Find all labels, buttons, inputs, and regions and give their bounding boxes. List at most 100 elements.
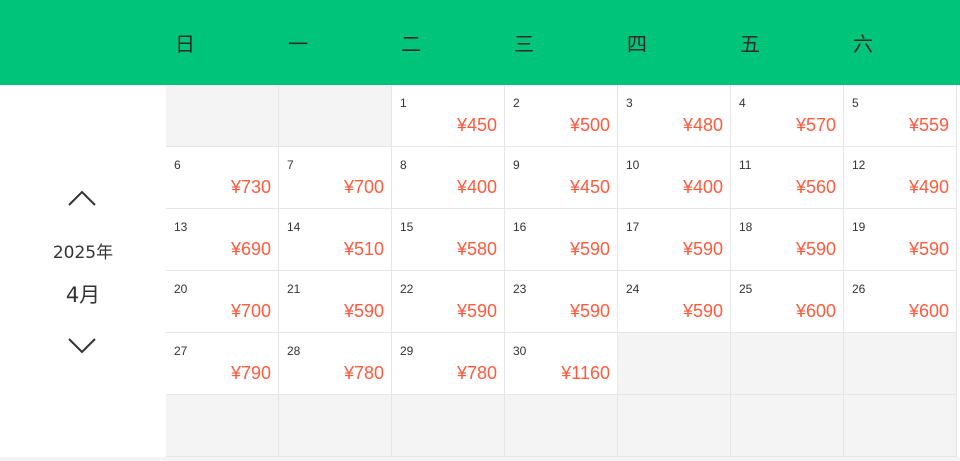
day-number: 26 bbox=[852, 282, 866, 296]
calendar-day-cell[interactable]: 18 ¥590 bbox=[731, 209, 844, 271]
day-number: 18 bbox=[739, 220, 753, 234]
day-number: 8 bbox=[400, 158, 407, 172]
day-number: 15 bbox=[400, 220, 414, 234]
weekday-header: 日 一 二 三 四 五 六 bbox=[0, 0, 960, 85]
day-number: 12 bbox=[852, 158, 866, 172]
weekday-sun: 日 bbox=[175, 32, 195, 56]
month-navigator: 2025年 4月 bbox=[0, 85, 166, 461]
day-number: 23 bbox=[513, 282, 527, 296]
day-number: 24 bbox=[626, 282, 640, 296]
day-number: 29 bbox=[400, 344, 414, 358]
calendar-empty-cell bbox=[279, 395, 392, 457]
day-price: ¥400 bbox=[456, 177, 497, 197]
day-number: 10 bbox=[626, 158, 640, 172]
calendar-day-cell[interactable]: 3 ¥480 bbox=[618, 85, 731, 147]
day-price: ¥480 bbox=[682, 115, 723, 135]
calendar-empty-cell bbox=[731, 395, 844, 457]
calendar-day-cell[interactable]: 8 ¥400 bbox=[392, 147, 505, 209]
day-price: ¥780 bbox=[343, 363, 384, 383]
calendar-empty-cell bbox=[392, 395, 505, 457]
calendar-day-cell[interactable]: 19 ¥590 bbox=[844, 209, 957, 271]
day-number: 22 bbox=[400, 282, 414, 296]
calendar-day-cell[interactable]: 24 ¥590 bbox=[618, 271, 731, 333]
day-price: ¥600 bbox=[908, 301, 949, 321]
calendar-day-cell[interactable]: 13 ¥690 bbox=[166, 209, 279, 271]
day-number: 27 bbox=[174, 344, 188, 358]
calendar-day-cell[interactable]: 5 ¥559 bbox=[844, 85, 957, 147]
day-number: 28 bbox=[287, 344, 301, 358]
day-price: ¥790 bbox=[230, 363, 271, 383]
day-number: 20 bbox=[174, 282, 188, 296]
calendar-day-cell[interactable]: 25 ¥600 bbox=[731, 271, 844, 333]
day-price: ¥700 bbox=[343, 177, 384, 197]
divider bbox=[0, 457, 960, 461]
day-price: ¥590 bbox=[569, 301, 610, 321]
calendar-day-cell[interactable]: 21 ¥590 bbox=[279, 271, 392, 333]
day-price: ¥590 bbox=[343, 301, 384, 321]
day-price: ¥700 bbox=[230, 301, 271, 321]
calendar-day-cell[interactable]: 12 ¥490 bbox=[844, 147, 957, 209]
calendar-day-cell[interactable]: 16 ¥590 bbox=[505, 209, 618, 271]
day-number: 25 bbox=[739, 282, 753, 296]
calendar-day-cell[interactable]: 4 ¥570 bbox=[731, 85, 844, 147]
calendar-empty-cell bbox=[279, 85, 392, 147]
day-number: 30 bbox=[513, 344, 527, 358]
day-number: 11 bbox=[739, 158, 752, 172]
day-price: ¥590 bbox=[456, 301, 497, 321]
day-price: ¥730 bbox=[230, 177, 271, 197]
chevron-down-icon bbox=[68, 338, 96, 354]
day-number: 7 bbox=[287, 158, 294, 172]
calendar-day-cell[interactable]: 20 ¥700 bbox=[166, 271, 279, 333]
calendar-day-cell[interactable]: 22 ¥590 bbox=[392, 271, 505, 333]
day-number: 3 bbox=[626, 96, 633, 110]
weekday-tue: 二 bbox=[401, 32, 421, 56]
day-price: ¥490 bbox=[908, 177, 949, 197]
calendar-day-cell[interactable]: 11 ¥560 bbox=[731, 147, 844, 209]
calendar-day-cell[interactable]: 29 ¥780 bbox=[392, 333, 505, 395]
calendar-day-cell[interactable]: 7 ¥700 bbox=[279, 147, 392, 209]
chevron-up-icon bbox=[68, 190, 96, 206]
day-number: 2 bbox=[513, 96, 520, 110]
calendar-day-cell[interactable]: 9 ¥450 bbox=[505, 147, 618, 209]
calendar-day-cell[interactable]: 30 ¥1160 bbox=[505, 333, 618, 395]
calendar-empty-cell bbox=[844, 395, 957, 457]
calendar-day-cell[interactable]: 26 ¥600 bbox=[844, 271, 957, 333]
day-price: ¥590 bbox=[682, 239, 723, 259]
calendar-day-cell[interactable]: 6 ¥730 bbox=[166, 147, 279, 209]
calendar-day-cell[interactable]: 17 ¥590 bbox=[618, 209, 731, 271]
day-price: ¥450 bbox=[456, 115, 497, 135]
calendar-day-cell[interactable]: 23 ¥590 bbox=[505, 271, 618, 333]
day-price: ¥570 bbox=[795, 115, 836, 135]
day-number: 9 bbox=[513, 158, 520, 172]
day-price: ¥590 bbox=[569, 239, 610, 259]
prev-month-button[interactable] bbox=[62, 183, 102, 213]
calendar-day-cell[interactable]: 14 ¥510 bbox=[279, 209, 392, 271]
calendar-grid: 1 ¥450 2 ¥500 3 ¥480 4 ¥570 5 ¥559 6 ¥730 7 ¥700 8 ¥400… bbox=[166, 85, 957, 457]
day-number: 21 bbox=[287, 282, 301, 296]
weekday-wed: 三 bbox=[514, 32, 534, 56]
calendar-day-cell[interactable]: 27 ¥790 bbox=[166, 333, 279, 395]
calendar-empty-cell bbox=[618, 395, 731, 457]
year-label: 2025年 bbox=[52, 243, 114, 263]
day-price: ¥580 bbox=[456, 239, 497, 259]
calendar-day-cell[interactable]: 10 ¥400 bbox=[618, 147, 731, 209]
day-number: 16 bbox=[513, 220, 527, 234]
calendar-day-cell[interactable]: 1 ¥450 bbox=[392, 85, 505, 147]
day-number: 17 bbox=[626, 220, 640, 234]
next-month-button[interactable] bbox=[62, 331, 102, 361]
calendar-empty-cell bbox=[166, 85, 279, 147]
day-price: ¥559 bbox=[908, 115, 949, 135]
day-number: 5 bbox=[852, 96, 859, 110]
day-price: ¥590 bbox=[682, 301, 723, 321]
calendar-empty-cell bbox=[844, 333, 957, 395]
day-price: ¥1160 bbox=[561, 363, 610, 383]
calendar-day-cell[interactable]: 2 ¥500 bbox=[505, 85, 618, 147]
day-number: 1 bbox=[400, 96, 407, 110]
day-price: ¥500 bbox=[569, 115, 610, 135]
day-price: ¥450 bbox=[569, 177, 610, 197]
calendar-day-cell[interactable]: 28 ¥780 bbox=[279, 333, 392, 395]
month-label: 4月 bbox=[65, 283, 101, 307]
day-price: ¥590 bbox=[908, 239, 949, 259]
calendar-day-cell[interactable]: 15 ¥580 bbox=[392, 209, 505, 271]
day-number: 6 bbox=[174, 158, 181, 172]
